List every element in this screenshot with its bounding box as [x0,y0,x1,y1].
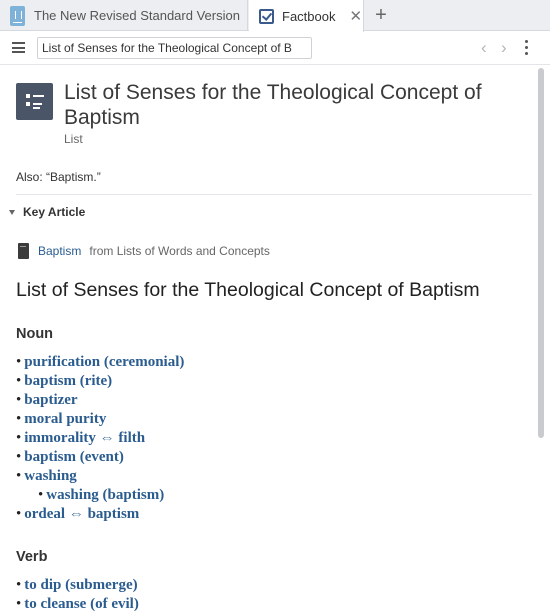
sense-link[interactable]: baptism (rite) [24,373,112,389]
page-type: List [64,132,83,146]
list-item: • moral purity [16,410,184,429]
list-item: • washing [16,467,184,486]
key-article-toggle[interactable]: Key Article [9,205,85,219]
verb-list: • to dip (submerge) • to cleanse (of evil) [16,576,139,613]
sense-link[interactable]: purification (ceremonial) [24,354,184,370]
more-options-icon[interactable] [525,40,529,56]
sense-link[interactable]: baptism (event) [24,449,124,465]
list-item: • baptism (event) [16,448,184,467]
book-icon [18,243,29,259]
new-tab-button[interactable]: + [370,3,392,27]
list-item: • immorality ⇔ filth [16,429,184,448]
list-item: • ordeal ⇔ baptism [16,505,184,524]
divider [16,194,532,195]
sense-link[interactable]: ordeal ⇔ baptism [24,506,139,522]
sense-link[interactable]: washing [24,468,77,484]
also-known-as: Also: “Baptism.” [16,170,101,184]
bullet: • [16,577,22,593]
bullet: • [16,373,22,389]
key-article-source: Baptism from Lists of Words and Concepts [18,243,270,259]
tab-factbook-label: Factbook [282,8,336,24]
list-icon [16,83,53,120]
list-item: • baptizer [16,391,184,410]
page-title: List of Senses for the Theological Conce… [64,81,482,129]
sense-link[interactable]: washing (baptism) [46,487,164,503]
bullet: • [16,596,22,612]
forward-arrow-icon[interactable]: › [501,38,507,58]
topic-input[interactable]: List of Senses for the Theological Conce… [37,37,312,59]
key-article-from: from Lists of Words and Concepts [89,244,270,258]
sense-link[interactable]: moral purity [24,411,106,427]
bullet: • [16,506,22,522]
bullet: • [16,468,22,484]
tab-nrsv[interactable]: The New Revised Standard Version [0,0,248,31]
bible-icon [10,5,25,26]
bullet: • [16,430,22,446]
toolbar: List of Senses for the Theological Conce… [0,32,550,65]
verb-heading: Verb [16,549,48,565]
sense-link[interactable]: baptizer [24,392,77,408]
menu-icon[interactable] [12,42,25,53]
list-item: • to cleanse (of evil) [16,595,139,613]
noun-heading: Noun [16,326,54,342]
back-arrow-icon[interactable]: ‹ [481,38,487,58]
factbook-content: List of Senses for the Theological Conce… [0,66,540,613]
tab-nrsv-label: The New Revised Standard Version [34,8,240,23]
list-item: • to dip (submerge) [16,576,139,595]
key-article-heading: Key Article [23,205,86,219]
list-item: • baptism (rite) [16,372,184,391]
bullet: • [16,392,22,408]
factbook-check-icon [259,8,274,24]
bullet: • [16,411,22,427]
tab-bar: The New Revised Standard Version Factboo… [0,0,550,32]
tab-factbook[interactable]: Factbook ✕ [249,0,364,32]
sense-link[interactable]: immorality ⇔ filth [24,430,145,446]
list-item: • washing (baptism) [16,486,184,505]
sense-link[interactable]: to cleanse (of evil) [24,596,139,612]
bullet: • [38,487,44,503]
bullet: • [16,449,22,465]
list-item: • purification (ceremonial) [16,353,184,372]
close-tab-icon[interactable]: ✕ [349,7,362,25]
collapse-triangle-icon [9,209,15,215]
sense-link[interactable]: to dip (submerge) [24,577,137,593]
key-article-link[interactable]: Baptism [38,244,81,258]
noun-list: • purification (ceremonial) • baptism (rit… [16,353,184,524]
vertical-scrollbar[interactable] [538,68,544,438]
bullet: • [16,354,22,370]
article-title: List of Senses for the Theological Conce… [16,279,480,301]
